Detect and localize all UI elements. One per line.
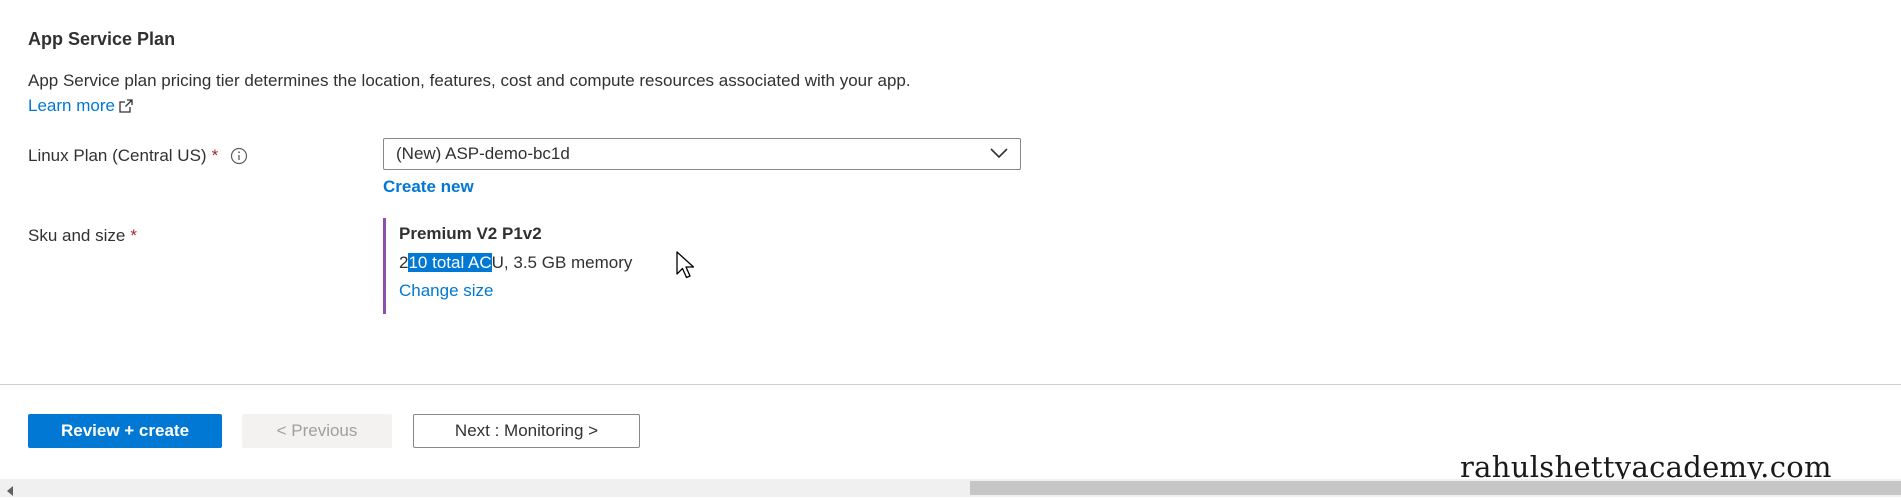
learn-more-label: Learn more xyxy=(28,96,115,115)
chevron-down-icon xyxy=(990,144,1008,164)
sku-spec: 210 total ACU, 3.5 GB memory xyxy=(399,253,632,273)
sku-size-label: Sku and size * xyxy=(28,226,137,246)
required-indicator: * xyxy=(211,146,219,165)
next-monitoring-button[interactable]: Next : Monitoring > xyxy=(413,414,640,448)
external-link-icon xyxy=(119,99,133,113)
learn-more-link[interactable]: Learn more xyxy=(28,96,133,116)
previous-button[interactable]: < Previous xyxy=(242,414,392,448)
section-title: App Service Plan xyxy=(28,29,176,49)
sku-spec-post: U, 3.5 GB memory xyxy=(491,253,633,272)
horizontal-scrollbar[interactable] xyxy=(0,479,1901,497)
sku-spec-selected-text: 10 total AC xyxy=(408,253,492,272)
required-indicator: * xyxy=(130,226,137,245)
footer-divider xyxy=(0,384,1901,385)
review-create-button[interactable]: Review + create xyxy=(28,414,222,448)
create-new-link[interactable]: Create new xyxy=(383,177,474,197)
change-size-link[interactable]: Change size xyxy=(399,281,632,301)
linux-plan-label: Linux Plan (Central US) * xyxy=(28,146,248,166)
mouse-pointer-icon xyxy=(676,251,695,284)
section-description: App Service plan pricing tier determines… xyxy=(28,71,911,90)
sku-details: Premium V2 P1v2 210 total ACU, 3.5 GB me… xyxy=(383,218,632,314)
scrollbar-thumb[interactable] xyxy=(970,481,1901,495)
linux-plan-label-text: Linux Plan (Central US) xyxy=(28,146,207,165)
scroll-left-icon[interactable] xyxy=(6,483,14,501)
info-icon[interactable] xyxy=(230,147,248,165)
sku-name: Premium V2 P1v2 xyxy=(399,224,542,243)
linux-plan-dropdown[interactable]: (New) ASP-demo-bc1d xyxy=(383,138,1021,170)
sku-size-label-text: Sku and size xyxy=(28,226,126,245)
linux-plan-selected-value: (New) ASP-demo-bc1d xyxy=(396,144,570,163)
